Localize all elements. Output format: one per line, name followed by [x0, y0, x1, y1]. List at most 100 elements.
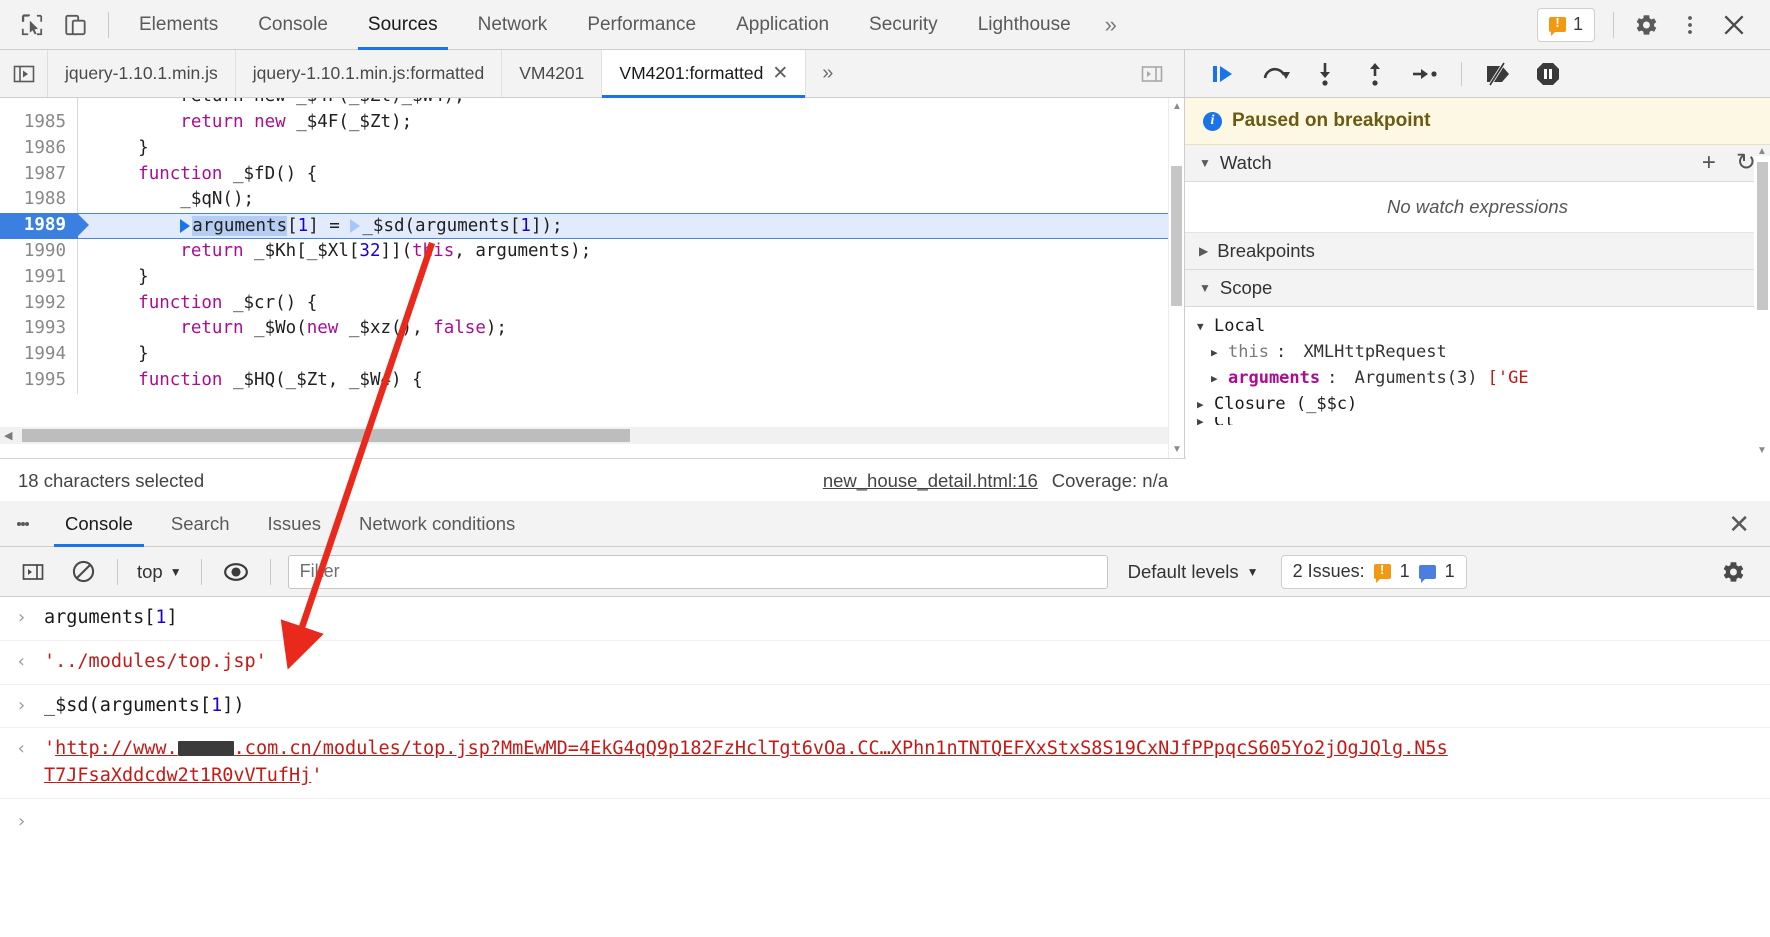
code-line[interactable]: 1992 function _$cr() {: [0, 290, 1168, 317]
javascript-context-selector[interactable]: top ▼: [129, 561, 190, 583]
editor-horizontal-scrollbar[interactable]: ◀: [0, 427, 1168, 444]
editor-hscroll-thumb[interactable]: [22, 429, 630, 442]
console-url-link[interactable]: http://www. .com.cn/modules/top.jsp?MmEwM…: [44, 738, 1448, 786]
code-line[interactable]: 1993 return _$Wo(new _$xz(), false);: [0, 316, 1168, 343]
scroll-down-icon[interactable]: ▼: [1757, 445, 1767, 456]
scope-row-this[interactable]: ▶ this: XMLHttpRequest: [1185, 339, 1770, 365]
issues-counter-button[interactable]: 1: [1536, 7, 1595, 42]
step-into-next-function-call-button[interactable]: [1303, 54, 1347, 94]
step-out-of-current-function-button[interactable]: [1353, 54, 1397, 94]
chevron-down-icon[interactable]: ▼: [1197, 320, 1207, 333]
scope-row-local[interactable]: ▼ Local: [1185, 313, 1770, 339]
drawer-tab-network-conditions[interactable]: Network conditions: [340, 501, 534, 547]
resume-script-execution-button[interactable]: [1203, 54, 1247, 94]
console-issues-button[interactable]: 2 Issues: 1 1: [1280, 554, 1467, 589]
editor-vscroll-thumb[interactable]: [1171, 166, 1182, 306]
device-toolbar-icon[interactable]: [54, 3, 98, 47]
scroll-up-icon[interactable]: ▲: [1757, 146, 1767, 157]
console-input-arrow-icon: ›: [16, 694, 27, 716]
tab-lighthouse[interactable]: Lighthouse: [958, 0, 1091, 50]
line-number: 1986: [0, 135, 78, 162]
file-tab-jquery-min[interactable]: jquery-1.10.1.min.js: [48, 50, 236, 97]
tab-console[interactable]: Console: [238, 0, 348, 50]
chevron-right-icon[interactable]: ▶: [1211, 372, 1221, 385]
deactivate-breakpoints-button[interactable]: [1476, 54, 1520, 94]
debugger-controls-toolbar: [1185, 50, 1770, 98]
sidebar-vertical-scrollbar[interactable]: ▲ ▼: [1754, 146, 1770, 458]
file-tab-vm4201[interactable]: VM4201: [502, 50, 603, 97]
tab-elements[interactable]: Elements: [119, 0, 238, 50]
inspect-element-icon[interactable]: [10, 3, 54, 47]
scroll-left-icon[interactable]: ◀: [0, 429, 12, 442]
close-icon[interactable]: [1712, 3, 1756, 47]
chevron-right-icon[interactable]: ▶: [1211, 346, 1221, 359]
clear-console-icon[interactable]: [60, 549, 106, 595]
tab-sources[interactable]: Sources: [348, 0, 458, 50]
chevron-right-icon[interactable]: ▶: [1197, 417, 1207, 425]
breakpoints-section-header[interactable]: ▶ Breakpoints: [1185, 233, 1770, 270]
gear-icon[interactable]: [1624, 3, 1668, 47]
scope-row-closure[interactable]: ▶ Closure (_$$c): [1185, 391, 1770, 417]
scope-this-key: this: [1228, 342, 1269, 362]
tab-network[interactable]: Network: [458, 0, 568, 50]
refresh-watch-icon[interactable]: ↻: [1736, 150, 1756, 174]
code-line[interactable]: 1991 }: [0, 264, 1168, 291]
code-line[interactable]: 1988 _$qN();: [0, 187, 1168, 214]
drawer-tab-search[interactable]: Search: [152, 501, 249, 547]
console-output-row-url[interactable]: ‹ 'http://www. .com.cn/modules/top.jsp?Mm…: [0, 728, 1770, 800]
live-expression-icon[interactable]: [213, 549, 259, 595]
code-line[interactable]: 1985 return new _$4F(_$Zt);: [0, 110, 1168, 136]
log-levels-value: Default levels: [1127, 560, 1239, 582]
file-tab-vm4201-formatted[interactable]: VM4201:formatted ✕: [602, 50, 807, 98]
console-prompt-row[interactable]: ›: [0, 799, 1770, 844]
tab-application[interactable]: Application: [716, 0, 849, 50]
console-sidebar-icon[interactable]: [10, 549, 56, 595]
scope-row-partial[interactable]: ▶ Cl: [1185, 417, 1770, 425]
console-log-levels-selector[interactable]: Default levels ▼: [1128, 561, 1259, 583]
source-origin-link[interactable]: new_house_detail.html:16: [823, 470, 1038, 492]
code-line[interactable]: return new _$4F(_$Zt)_$W4);: [0, 98, 1168, 110]
show-navigator-icon[interactable]: [0, 50, 48, 97]
editor-vertical-scrollbar[interactable]: ▲ ▼: [1168, 98, 1184, 458]
tab-security[interactable]: Security: [849, 0, 958, 50]
more-options-icon[interactable]: [1668, 3, 1712, 47]
scope-section-header[interactable]: ▼ Scope: [1185, 270, 1770, 307]
drawer-tab-console[interactable]: Console: [46, 501, 152, 547]
step-button[interactable]: [1403, 54, 1447, 94]
more-panels-icon[interactable]: »: [1091, 13, 1131, 36]
add-watch-expression-icon[interactable]: +: [1702, 150, 1716, 174]
console-input-row[interactable]: › _$sd(arguments[1]): [0, 685, 1770, 729]
code-editor[interactable]: return new _$4F(_$Zt)_$W4); 1985 return …: [0, 98, 1185, 458]
file-tab-close-icon[interactable]: ✕: [772, 64, 788, 83]
console-filter-input[interactable]: Filter: [287, 554, 1108, 589]
code-line[interactable]: 1990 return _$Kh[_$Xl[32]](this, argumen…: [0, 238, 1168, 265]
step-over-next-function-call-button[interactable]: [1253, 54, 1297, 94]
line-content: return new _$4F(_$Zt);: [180, 112, 413, 132]
scope-row-arguments[interactable]: ▶ arguments: Arguments(3) ['GE: [1185, 365, 1770, 391]
drawer-tab-issues[interactable]: Issues: [249, 501, 340, 547]
chevron-right-icon[interactable]: ▶: [1197, 398, 1207, 411]
code-line-highlighted[interactable]: 1989 arguments[1] = _$sd(arguments[1]);: [0, 213, 1168, 239]
console-settings-gear-icon[interactable]: [1710, 549, 1756, 595]
drawer-close-icon[interactable]: ✕: [1708, 511, 1770, 537]
scroll-down-icon[interactable]: ▼: [1172, 444, 1182, 455]
scroll-up-icon[interactable]: ▲: [1172, 101, 1182, 112]
show-debugger-sidebar-icon[interactable]: [1130, 52, 1174, 96]
code-line[interactable]: 1994 }: [0, 342, 1168, 368]
pause-on-exceptions-button[interactable]: [1526, 54, 1570, 94]
sidebar-vscroll-thumb[interactable]: [1757, 162, 1768, 310]
more-file-tabs-icon[interactable]: »: [806, 50, 849, 97]
console-output-row[interactable]: ‹ '../modules/top.jsp': [0, 641, 1770, 685]
watch-section-header[interactable]: ▼ Watch + ↻: [1185, 145, 1770, 182]
tab-network-label: Network: [477, 13, 548, 35]
code-line[interactable]: 1995 function _$HQ(_$Zt, _$W4) {: [0, 367, 1168, 394]
scope-local-label: Local: [1214, 316, 1266, 336]
file-tab-jquery-min-formatted[interactable]: jquery-1.10.1.min.js:formatted: [236, 50, 503, 97]
console-input-row[interactable]: › arguments[1]: [0, 597, 1770, 641]
tab-performance[interactable]: Performance: [567, 0, 716, 50]
drawer-more-options-icon[interactable]: [0, 501, 46, 547]
redacted-host-block: [177, 741, 234, 757]
chevron-right-icon: ▶: [1199, 244, 1209, 258]
code-line[interactable]: 1987 function _$fD() {: [0, 161, 1168, 188]
code-line[interactable]: 1986 }: [0, 135, 1168, 162]
